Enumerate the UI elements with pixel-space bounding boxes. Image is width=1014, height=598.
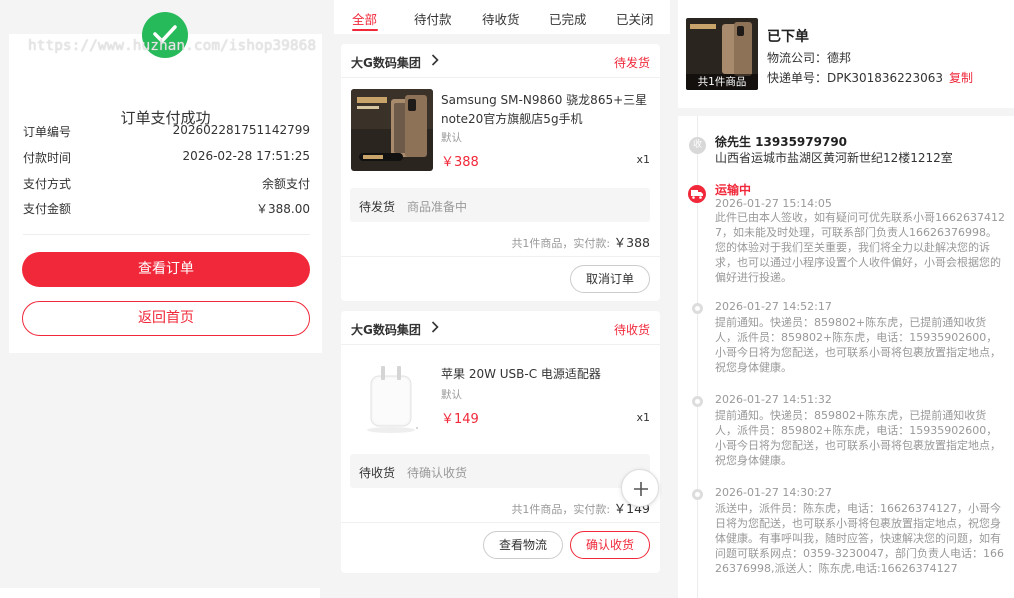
truck-icon: [688, 185, 706, 203]
product-name[interactable]: 苹果 20W USB-C 电源适配器: [441, 365, 651, 384]
row-value: ￥388.00: [256, 202, 310, 216]
event-text: 提前通知。快递员：859802+陈东虎，已提前通知收货人，派件员：859802+…: [715, 316, 1001, 374]
row-label: 付款时间: [23, 151, 72, 165]
divider: [341, 256, 660, 257]
pay-method-row: 支付方式 余额支付: [23, 175, 310, 193]
event-time: 2026-01-27 14:51:32: [715, 393, 832, 406]
payment-success-panel: 订单支付成功 订单编号 202602281751142799 付款时间 2026…: [9, 34, 322, 353]
product-price: ￥388: [441, 155, 479, 170]
order-card: 大G数码集团 待发货 Samsung SM-N9860 骁龙865+三星note…: [341, 44, 660, 301]
product-image-phone[interactable]: [351, 89, 433, 171]
order-tabs: 全部 待付款 待收货 已完成 已关闭: [334, 0, 670, 34]
order-status: 待收货: [613, 323, 650, 337]
shipping-status: 待收货: [359, 466, 396, 480]
product-qty: x1: [636, 153, 650, 166]
timeline-dot: [692, 396, 703, 407]
summary-prefix: 共1件商品，实付款:: [511, 237, 614, 250]
pay-time-row: 付款时间 2026-02-28 17:51:25: [23, 149, 310, 167]
order-number-row: 订单编号 202602281751142799: [23, 123, 310, 141]
tab-completed[interactable]: 已完成: [549, 9, 587, 28]
active-tab-indicator: [352, 29, 378, 31]
event-time: 2026-01-27 14:52:17: [715, 300, 832, 313]
thumbnail-caption: 共1件商品: [686, 74, 758, 90]
check-circle-icon: [142, 12, 188, 58]
row-label: 支付方式: [23, 177, 72, 191]
carrier-line: 物流公司：德邦: [767, 49, 851, 66]
tracking-number: DPK301836223063: [827, 71, 943, 85]
product-name[interactable]: Samsung SM-N9860 骁龙865+三星note20官方旗舰店5g手机: [441, 91, 651, 129]
tracking-line: 快递单号：DPK301836223063 复制: [767, 69, 973, 86]
event-text: 此件已由本人签收，如有疑问可优先联系小哥16626374127，如未能及时处理，…: [715, 211, 1005, 284]
event-time: 2026-01-27 15:14:05: [715, 197, 832, 210]
order-card-header: 大G数码集团 待收货: [341, 311, 660, 345]
product-spec: 默认: [441, 132, 462, 144]
divider: [341, 522, 660, 523]
order-summary: 共1件商品，实付款: ￥388: [511, 232, 650, 251]
receiver-badge-icon: 收: [689, 137, 706, 154]
timeline-dot: [692, 303, 703, 314]
event-text: 派送中，派件员：陈东虎，电话：16626374127，小哥今日将为您配送，也可联…: [715, 502, 1004, 575]
divider: [23, 234, 310, 235]
summary-amount: ￥388: [613, 235, 650, 250]
chevron-right-icon: [431, 321, 439, 333]
panel-footer: [0, 588, 320, 598]
product-spec: 默认: [441, 389, 462, 401]
shipping-status-box[interactable]: 待收货 待确认收货: [350, 454, 650, 488]
tab-pending-receipt[interactable]: 待收货: [482, 9, 520, 28]
pay-amount-row: 支付金额 ￥388.00: [23, 200, 310, 218]
row-value: 202602281751142799: [172, 123, 310, 137]
cancel-order-button[interactable]: 取消订单: [570, 265, 650, 293]
row-label: 订单编号: [23, 125, 72, 139]
shipping-status-box[interactable]: 待发货 商品准备中: [350, 188, 650, 222]
carrier-label: 物流公司：: [767, 51, 828, 65]
copy-button[interactable]: 复制: [949, 71, 973, 85]
order-list-panel: 全部 待付款 待收货 已完成 已关闭 大G数码集团 待发货 Samsung SM…: [334, 0, 670, 598]
shipping-note: 商品准备中: [407, 200, 468, 214]
product-qty: x1: [636, 411, 650, 424]
shipping-note: 待确认收货: [407, 466, 468, 480]
confirm-receipt-button[interactable]: 确认收货: [570, 531, 650, 559]
event-text: 提前通知。快递员：859802+陈东虎，已提前通知收货人，派件员：859802+…: [715, 409, 1001, 467]
row-value: 余额支付: [261, 177, 310, 191]
order-card: 大G数码集团 待收货 苹果 20W USB-C 电源适配器 默认 ￥149 x1…: [341, 311, 660, 573]
shipping-status: 待发货: [359, 200, 396, 214]
receiver-name: 徐先生 13935979790: [715, 135, 848, 149]
row-label: 支付金额: [23, 202, 72, 216]
order-card-header: 大G数码集团 待发货: [341, 44, 660, 78]
logistics-panel: 共1件商品 已下单 物流公司：德邦 快递单号：DPK301836223063 复制…: [678, 0, 1014, 598]
tab-pending-payment[interactable]: 待付款: [414, 9, 452, 28]
view-logistics-button[interactable]: 查看物流: [483, 531, 563, 559]
receiver-address: 山西省运城市盐湖区黄河新世纪12楼1212室: [715, 151, 953, 165]
view-order-button[interactable]: 查看订单: [22, 252, 310, 287]
order-thumbnail[interactable]: 共1件商品: [686, 18, 758, 90]
timeline-dot: [692, 489, 703, 500]
shop-name[interactable]: 大G数码集团: [351, 54, 421, 71]
tracking-label: 快递单号：: [767, 71, 828, 85]
logistics-header: 共1件商品 已下单 物流公司：德邦 快递单号：DPK301836223063 复制: [678, 0, 1014, 108]
row-value: 2026-02-28 17:51:25: [182, 149, 310, 163]
tab-all[interactable]: 全部: [352, 9, 377, 28]
order-status: 待发货: [613, 56, 650, 70]
carrier-name: 德邦: [827, 51, 852, 65]
shop-name[interactable]: 大G数码集团: [351, 321, 421, 338]
chevron-right-icon: [431, 54, 439, 66]
logistics-status: 已下单: [767, 29, 809, 45]
tab-closed[interactable]: 已关闭: [616, 9, 654, 28]
summary-prefix: 共1件商品，实付款:: [511, 503, 614, 516]
product-price: ￥149: [441, 412, 479, 427]
logistics-timeline: 收 徐先生 13935979790 山西省运城市盐湖区黄河新世纪12楼1212室…: [678, 116, 1014, 598]
plus-icon[interactable]: [621, 469, 659, 507]
event-title: 运输中: [715, 183, 752, 197]
product-image-adapter[interactable]: [351, 356, 433, 438]
back-home-button[interactable]: 返回首页: [22, 301, 310, 336]
event-time: 2026-01-27 14:30:27: [715, 486, 832, 499]
